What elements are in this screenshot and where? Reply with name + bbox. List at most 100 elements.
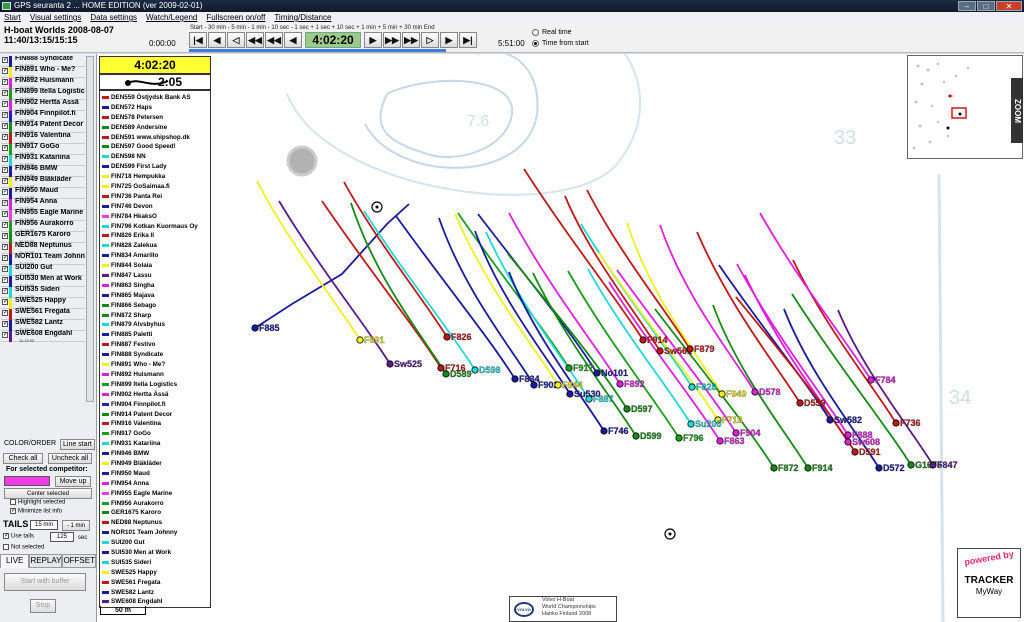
boat-legend-item[interactable]: FIN844 Solaia <box>100 261 210 271</box>
boat-legend-item[interactable]: FIN899 Itella Logistics <box>100 380 210 390</box>
competitor-checkbox[interactable]: ✓ <box>2 134 8 140</box>
fwd-1min-button[interactable]: ▶▶ <box>402 32 420 48</box>
boat-position-dot[interactable] <box>851 448 859 456</box>
zoom-control[interactable]: ZOOM <box>1011 78 1023 143</box>
minimize-checkbox[interactable]: ✓ <box>10 508 16 514</box>
boat-position-dot[interactable] <box>437 364 445 372</box>
back-5min-button[interactable]: ◁ <box>227 32 245 48</box>
center-selected-button[interactable]: Center selected <box>4 488 92 499</box>
use-tails-option[interactable]: ✓ Use tails <box>3 533 34 540</box>
check-all-button[interactable]: Check all <box>3 453 43 464</box>
tab-live[interactable]: LIVE <box>0 554 30 568</box>
boat-position-dot[interactable] <box>442 370 450 378</box>
boat-position-dot[interactable] <box>804 464 812 472</box>
boat-legend-item[interactable]: FIN863 Singha <box>100 281 210 291</box>
overview-minimap[interactable] <box>907 55 1023 159</box>
competitor-checkbox[interactable]: ✓ <box>2 68 8 74</box>
boat-legend-item[interactable]: FIN725 GoSaimaa.fi <box>100 182 210 192</box>
fwd-1sec-button[interactable]: ▶ <box>364 32 382 48</box>
boat-legend-item[interactable]: SUI530 Men at Work <box>100 548 210 558</box>
boat-legend-item[interactable]: DEN559 Östjydsk Bank AS <box>100 93 210 103</box>
boat-position-dot[interactable] <box>892 419 900 427</box>
back-10sec-button[interactable]: ◀◀ <box>265 32 283 48</box>
boat-position-dot[interactable] <box>687 420 695 428</box>
uncheck-all-button[interactable]: Uncheck all <box>48 453 92 464</box>
boat-legend-item[interactable]: DEN589 Andersine <box>100 123 210 133</box>
competitor-checkbox[interactable]: ✓ <box>2 244 8 250</box>
boat-marker[interactable]: F892 <box>616 379 645 389</box>
boat-legend-item[interactable]: DEN597 Good Speed! <box>100 142 210 152</box>
stop-button[interactable]: Stop <box>30 599 56 613</box>
back-1min-button[interactable]: ◀◀ <box>246 32 264 48</box>
boat-legend-item[interactable]: FIN834 Amarillo <box>100 251 210 261</box>
boat-marker[interactable]: F736 <box>892 418 921 428</box>
boat-position-dot[interactable] <box>844 431 852 439</box>
minimize-list-option[interactable]: ✓ Minimize list info <box>10 508 62 515</box>
boat-marker[interactable]: F746 <box>600 426 629 436</box>
competitor-checkbox[interactable]: ✓ <box>2 310 8 316</box>
boat-marker[interactable]: D597 <box>623 404 653 414</box>
boat-legend-item[interactable]: FIN956 Aurakorro <box>100 499 210 509</box>
back-1sec-button[interactable]: ◀ <box>284 32 302 48</box>
competitor-checkbox[interactable]: ✓ <box>2 266 8 272</box>
boat-legend-item[interactable]: FIN904 Finnpilot.fi <box>100 400 210 410</box>
boat-position-dot[interactable] <box>585 395 593 403</box>
highlight-checkbox[interactable] <box>10 499 16 505</box>
boat-legend-item[interactable]: DEN591 www.shipshop.dk <box>100 133 210 143</box>
boat-legend-item[interactable]: FIN865 Majava <box>100 291 210 301</box>
menu-fullscreen[interactable]: Fullscreen on/off <box>206 12 265 23</box>
boat-position-dot[interactable] <box>471 366 479 374</box>
boat-position-dot[interactable] <box>386 360 394 368</box>
competitor-checkbox[interactable]: ✓ <box>2 233 8 239</box>
fwd-5min-button[interactable]: ▷ <box>421 32 439 48</box>
race-mark-2[interactable] <box>664 528 676 540</box>
competitor-list-scrollbar[interactable] <box>86 56 94 402</box>
boat-legend-item[interactable]: FIN887 Festivo <box>100 340 210 350</box>
boat-position-dot[interactable] <box>616 380 624 388</box>
real-time-option[interactable]: Real time <box>532 27 589 38</box>
boat-position-dot[interactable] <box>732 429 740 437</box>
boat-legend-item[interactable]: GER1675 Karoro <box>100 508 210 518</box>
boat-legend-item[interactable]: FIN879 Alvsbyhus <box>100 320 210 330</box>
timeline-progress[interactable] <box>189 49 446 52</box>
boat-legend-item[interactable]: FIN796 Kotkan Kuormaus Oy <box>100 222 210 232</box>
boat-marker[interactable]: F872 <box>770 463 799 473</box>
boat-legend-item[interactable]: FIN955 Eagle Marine <box>100 489 210 499</box>
boat-position-dot[interactable] <box>623 405 631 413</box>
maximize-button[interactable]: □ <box>977 1 995 11</box>
boat-legend-item[interactable]: SUI200 Gut <box>100 538 210 548</box>
boat-position-dot[interactable] <box>686 345 694 353</box>
competitor-checkbox[interactable]: ✓ <box>2 101 8 107</box>
boat-position-dot[interactable] <box>639 336 647 344</box>
boat-position-dot[interactable] <box>796 399 804 407</box>
boat-legend-item[interactable]: FIN916 Valentina <box>100 419 210 429</box>
boat-legend-item[interactable]: NOR101 Team Johnny <box>100 528 210 538</box>
boat-marker[interactable]: D599 <box>632 431 662 441</box>
competitor-checkbox[interactable]: ✓ <box>2 167 8 173</box>
move-up-button[interactable]: Move up <box>55 476 91 487</box>
boat-marker[interactable]: F796 <box>675 433 704 443</box>
boat-legend-item[interactable]: DEN599 First Lady <box>100 162 210 172</box>
boat-marker[interactable]: F784 <box>867 375 896 385</box>
boat-legend-item[interactable]: FIN914 Patent Decor <box>100 410 210 420</box>
boat-legend-item[interactable]: FIN746 Devon <box>100 202 210 212</box>
boat-legend-item[interactable]: SWE561 Fregata <box>100 578 210 588</box>
tails-minutes-field[interactable]: 15 min <box>30 520 58 530</box>
boat-marker[interactable]: Sw525 <box>386 359 422 369</box>
boat-position-dot[interactable] <box>511 375 519 383</box>
minimize-button[interactable]: – <box>958 1 976 11</box>
menu-watch-legend[interactable]: Watch/Legend <box>146 12 197 23</box>
minimap-canvas[interactable] <box>908 56 1024 160</box>
boat-position-dot[interactable] <box>751 388 759 396</box>
boat-legend-item[interactable]: SWE582 Lantz <box>100 588 210 598</box>
boat-position-dot[interactable] <box>907 461 915 469</box>
competitor-checkbox[interactable]: ✓ <box>2 299 8 305</box>
boat-marker[interactable]: F891 <box>356 335 385 345</box>
boat-position-dot[interactable] <box>688 383 696 391</box>
boat-position-dot[interactable] <box>875 464 883 472</box>
boat-position-dot[interactable] <box>656 347 664 355</box>
boat-position-dot[interactable] <box>716 437 724 445</box>
boat-marker[interactable]: D572 <box>875 463 905 473</box>
competitor-checkbox[interactable]: ✓ <box>2 57 8 63</box>
boat-legend-item[interactable]: FIN736 Panta Rei <box>100 192 210 202</box>
